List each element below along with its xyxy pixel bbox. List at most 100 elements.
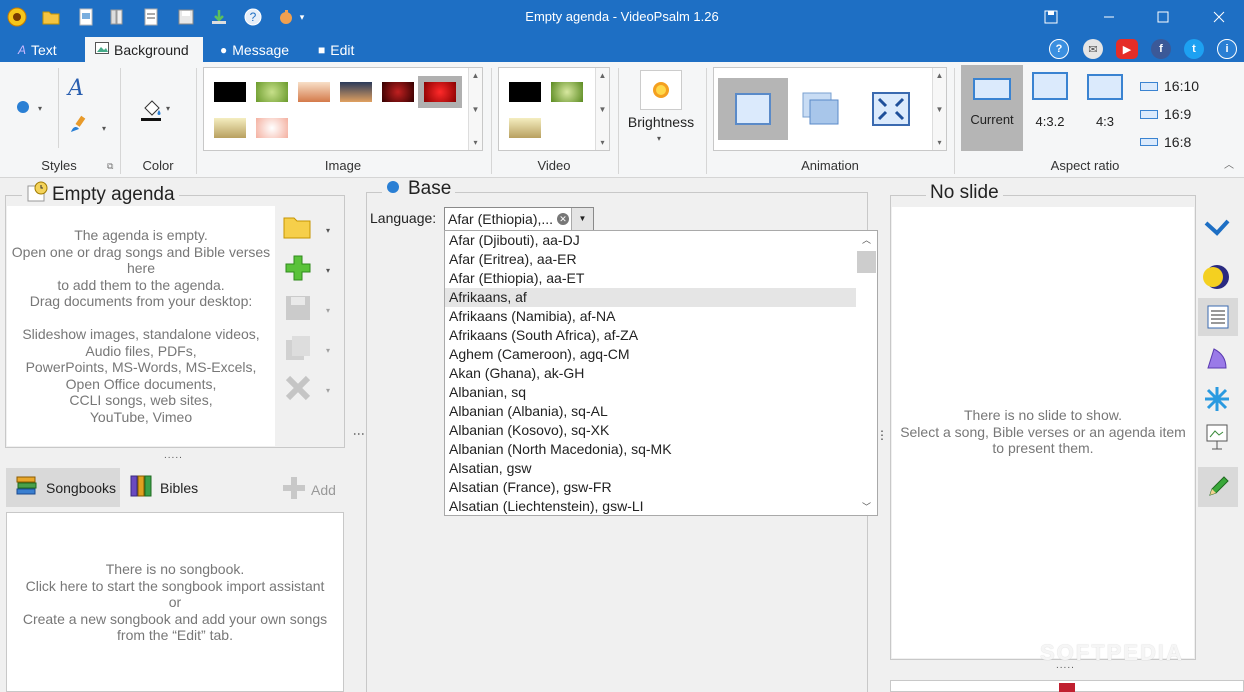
snowflake-icon[interactable] (1200, 382, 1234, 416)
font-style-icon[interactable]: A (68, 76, 84, 101)
language-select-value: Afar (Ethiopia),... (448, 211, 554, 227)
language-option[interactable]: Alsatian, gsw (445, 459, 856, 478)
tab-songbooks[interactable]: Songbooks (6, 468, 120, 507)
email-icon[interactable]: ✉ (1083, 39, 1103, 59)
chevron-down-icon[interactable]: ▾ (326, 266, 330, 275)
moon-icon[interactable] (1200, 260, 1234, 294)
language-option[interactable]: Albanian, sq (445, 383, 856, 402)
animation-none[interactable] (718, 78, 788, 140)
tab-bibles[interactable]: Bibles (128, 468, 198, 507)
aspect-16-8-item[interactable]: 16:8 (1140, 128, 1199, 156)
splitter-grip[interactable]: ⋮ (352, 428, 366, 440)
video-gallery[interactable]: ▲ ▼ ▾ (498, 67, 610, 151)
help-circle-icon[interactable]: ? (1049, 39, 1069, 59)
splitter-grip[interactable]: ⋮ (876, 428, 888, 442)
text-page-icon[interactable] (1198, 298, 1238, 336)
gallery-scrollbar[interactable]: ▲ ▼ ▾ (468, 68, 482, 150)
thumb-red-selected[interactable] (418, 76, 462, 108)
dropdown-arrow-icon[interactable]: ▼ (571, 208, 593, 230)
fullscreen-icon[interactable] (1028, 0, 1074, 34)
chevron-down-icon[interactable]: ▾ (326, 226, 330, 235)
maximize-button[interactable] (1140, 0, 1186, 34)
songbook-empty-message[interactable]: There is no songbook. Click here to start… (7, 513, 343, 644)
twitter-icon[interactable]: t (1184, 39, 1204, 59)
thumb-city[interactable] (340, 82, 372, 102)
thumb-black[interactable] (214, 82, 246, 102)
animation-zoom[interactable] (868, 88, 914, 130)
info-icon[interactable]: i (1217, 39, 1237, 59)
language-select[interactable]: Afar (Ethiopia),... ✕ ▼ (444, 207, 594, 231)
slide-preview[interactable]: There is no slide to show. Select a song,… (892, 207, 1194, 658)
presentation-icon[interactable] (1200, 420, 1234, 454)
thumb-light-pink[interactable] (256, 118, 288, 138)
aspect-4-3-2-button[interactable]: 4:3.2 (1025, 72, 1075, 129)
aspect-4-3-button[interactable]: 4:3 (1080, 74, 1130, 129)
songbook-list[interactable]: There is no songbook. Click here to start… (6, 512, 344, 692)
language-option[interactable]: Albanian (North Macedonia), sq-MK (445, 440, 856, 459)
tab-message[interactable]: ● Message (210, 37, 299, 62)
thumb-light-yellow[interactable] (214, 118, 246, 138)
songbook-message-line: or (168, 594, 182, 610)
close-button[interactable] (1196, 0, 1242, 34)
language-option[interactable]: Afar (Djibouti), aa-DJ (445, 231, 856, 250)
gallery-scrollbar[interactable]: ▲ ▼ ▾ (595, 68, 609, 150)
chevron-down-icon[interactable]: ▾ (166, 104, 170, 113)
splitter-grip[interactable]: ..... (164, 450, 183, 461)
pencil-icon[interactable] (1198, 467, 1238, 507)
video-thumb-green[interactable] (551, 82, 583, 102)
group-label-animation: Animation (801, 158, 859, 173)
tab-background[interactable]: Background (85, 37, 203, 62)
thumb-darkred[interactable] (382, 82, 414, 102)
scroll-down-icon[interactable]: ﹀ (856, 500, 877, 513)
add-icon[interactable] (284, 254, 312, 285)
group-label-color: Color (142, 158, 174, 173)
brightness-button[interactable] (640, 70, 682, 110)
clear-icon[interactable]: ✕ (557, 213, 569, 225)
image-gallery[interactable]: ▲ ▼ ▾ (203, 67, 483, 151)
chevron-down-icon[interactable]: ▾ (102, 124, 106, 133)
aspect-16-9-item[interactable]: 16:9 (1140, 100, 1199, 128)
video-thumb-black[interactable] (509, 82, 541, 102)
collapse-ribbon-icon[interactable]: ︿ (1224, 156, 1234, 171)
language-option[interactable]: Afrikaans (South Africa), af-ZA (445, 326, 856, 345)
language-scrollbar[interactable]: ︿ ﹀ (856, 231, 877, 515)
dialog-launcher-icon[interactable]: ⧉ (107, 161, 113, 172)
language-dropdown-list[interactable]: Afar (Djibouti), aa-DJ Afar (Eritrea), aa… (444, 230, 878, 516)
brightness-label[interactable]: Brightness (620, 114, 702, 130)
language-option[interactable]: Afar (Eritrea), aa-ER (445, 250, 856, 269)
video-thumb-yellow[interactable] (509, 118, 541, 138)
language-option[interactable]: Albanian (Kosovo), sq-XK (445, 421, 856, 440)
youtube-icon[interactable]: ▶ (1116, 39, 1138, 59)
language-option[interactable]: Aghem (Cameroon), agq-CM (445, 345, 856, 364)
chevron-down-icon[interactable]: ▾ (657, 134, 661, 143)
agenda-list[interactable]: The agenda is empty. Open one or drag son… (7, 206, 275, 446)
open-folder-icon[interactable] (283, 214, 313, 243)
paint-bucket-icon[interactable] (140, 98, 164, 125)
language-option[interactable]: Alsatian (Liechtenstein), gsw-LI (445, 497, 856, 515)
language-option[interactable]: Alsatian (France), gsw-FR (445, 478, 856, 497)
aspect-16-10-item[interactable]: 16:10 (1140, 72, 1199, 100)
language-option[interactable]: Albanian (Albania), sq-AL (445, 402, 856, 421)
agenda-heading: Empty agenda (22, 181, 179, 209)
language-option[interactable]: Afar (Ethiopia), aa-ET (445, 269, 856, 288)
aspect-current-button[interactable]: Current (961, 65, 1023, 151)
animation-gallery[interactable]: ▲ ▼ ▾ (713, 67, 947, 151)
language-option[interactable]: Akan (Ghana), ak-GH (445, 364, 856, 383)
gallery-scrollbar[interactable]: ▲ ▼ ▾ (932, 68, 946, 150)
chevron-down-icon[interactable]: ▾ (38, 104, 42, 113)
style-bullet-icon[interactable] (16, 100, 30, 117)
shape-icon[interactable] (1200, 342, 1234, 376)
thumb-sunset[interactable] (298, 82, 330, 102)
tab-text[interactable]: A Text (8, 37, 67, 62)
minimize-button[interactable] (1086, 0, 1132, 34)
scroll-up-icon[interactable]: ︿ (856, 233, 877, 246)
tab-edit[interactable]: ■ Edit (308, 37, 364, 62)
checkmark-icon[interactable] (1200, 210, 1234, 244)
brush-icon[interactable] (68, 114, 90, 137)
language-option[interactable]: Afrikaans, af (445, 288, 856, 307)
language-option[interactable]: Afrikaans (Namibia), af-NA (445, 307, 856, 326)
scroll-thumb[interactable] (857, 251, 876, 273)
thumb-green[interactable] (256, 82, 288, 102)
animation-fade[interactable] (798, 88, 844, 130)
facebook-icon[interactable]: f (1151, 39, 1171, 59)
